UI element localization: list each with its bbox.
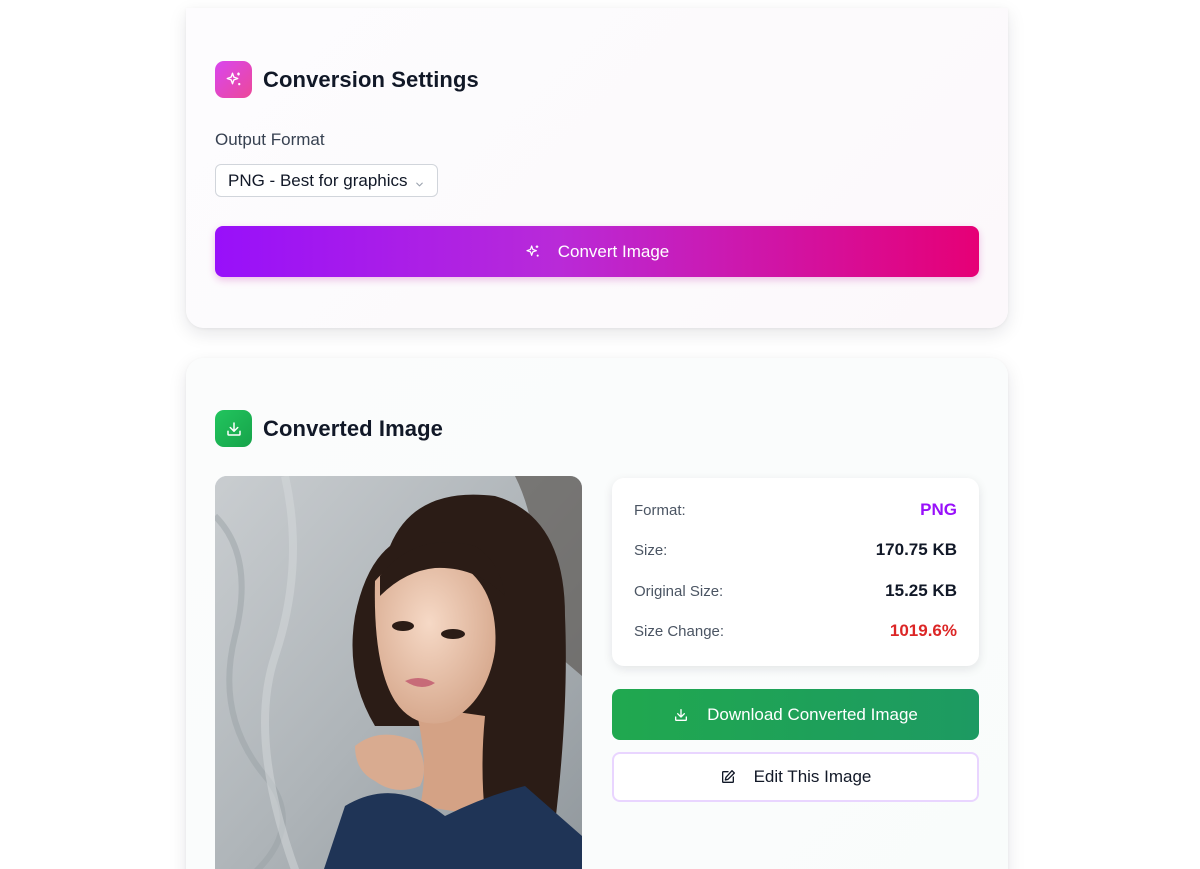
- conversion-settings-header: Conversion Settings: [215, 61, 479, 98]
- converted-image-title: Converted Image: [263, 415, 443, 441]
- info-row-size: Size: 170.75 KB: [634, 540, 957, 560]
- edit-icon: [720, 769, 736, 785]
- info-value-size: 170.75 KB: [875, 540, 957, 559]
- info-key: Original Size:: [634, 582, 724, 600]
- info-row-size-change: Size Change: 1019.6%: [634, 621, 957, 641]
- conversion-settings-card: Conversion Settings Output Format PNG - …: [186, 8, 1008, 328]
- info-value-format: PNG: [920, 500, 957, 519]
- download-icon: [673, 707, 689, 723]
- convert-image-button[interactable]: Convert Image: [215, 226, 979, 277]
- page: Conversion Settings Output Format PNG - …: [0, 0, 1200, 869]
- conversion-settings-title: Conversion Settings: [263, 66, 479, 92]
- chevron-down-icon: [414, 175, 425, 195]
- output-format-select[interactable]: PNG - Best for graphics: [215, 164, 438, 197]
- output-format-value: PNG - Best for graphics: [228, 170, 408, 190]
- info-row-format: Format: PNG: [634, 500, 957, 520]
- download-icon: [215, 410, 252, 447]
- info-key: Size Change:: [634, 622, 725, 640]
- converted-image-preview: [215, 476, 582, 869]
- converted-image-header: Converted Image: [215, 410, 443, 447]
- info-row-original-size: Original Size: 15.25 KB: [634, 581, 957, 601]
- conversion-info-panel: Format: PNG Size: 170.75 KB Original Siz…: [612, 478, 979, 666]
- info-value-size-change: 1019.6%: [889, 621, 957, 640]
- sparkles-icon: [215, 61, 252, 98]
- sparkles-icon: [525, 244, 541, 260]
- output-format-label: Output Format: [215, 130, 325, 149]
- convert-image-label: Convert Image: [557, 241, 670, 261]
- download-converted-image-button[interactable]: Download Converted Image: [612, 689, 979, 740]
- info-value-original-size: 15.25 KB: [885, 581, 957, 600]
- edit-this-image-label: Edit This Image: [753, 767, 872, 786]
- edit-this-image-button[interactable]: Edit This Image: [612, 752, 979, 802]
- info-key: Format:: [634, 501, 686, 519]
- info-key: Size:: [634, 541, 668, 559]
- converted-image-card: Converted Image Format: PNG Size: 170.75…: [186, 358, 1008, 869]
- download-converted-image-label: Download Converted Image: [707, 704, 918, 724]
